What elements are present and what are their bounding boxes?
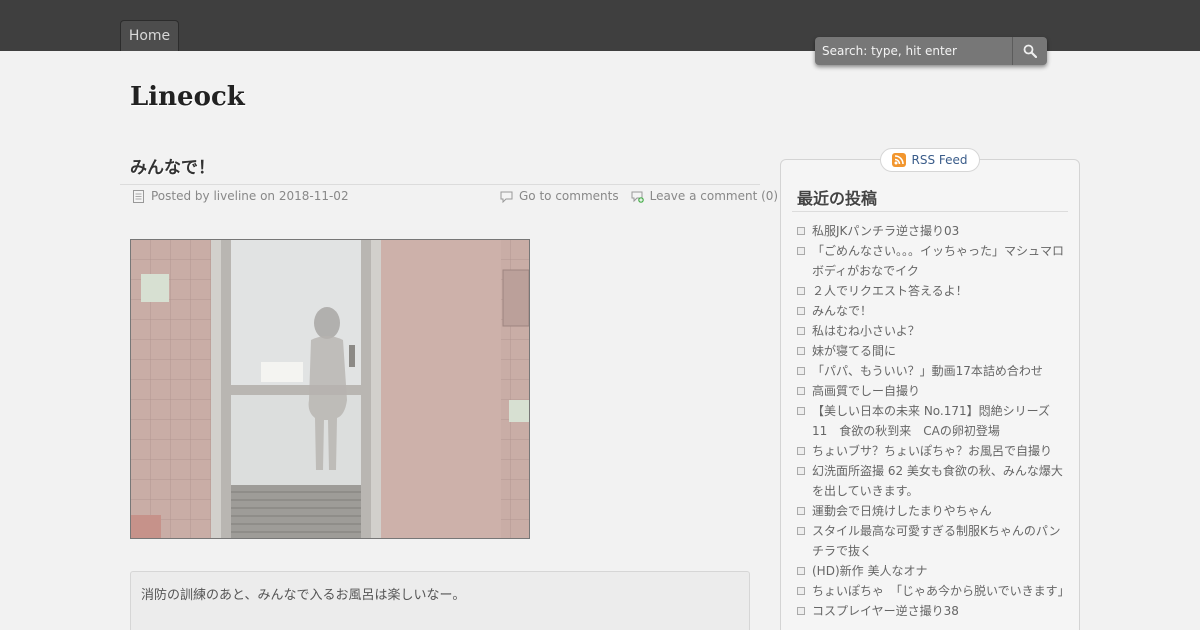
recent-post-item[interactable]: ちょいぽちゃ 「じゃあ今から脱いでいきます」 <box>797 581 1070 601</box>
recent-post-title: 「パパ、もういい？」動画17本詰め合わせ <box>812 364 1043 378</box>
leave-comment-link[interactable]: Leave a comment (0) <box>650 189 779 203</box>
recent-post-item[interactable]: ちょいブサ？ちょいぽちゃ？お風呂で自撮り <box>797 441 1065 461</box>
recent-post-title: スタイル最高な可愛すぎる制服Kちゃんのパンチラで抜く <box>812 524 1061 558</box>
widget-title-divider <box>792 211 1068 212</box>
recent-post-title: コスプレイヤー逆さ撮り38 <box>812 604 959 618</box>
recent-post-title: 高画質でしー自撮り <box>812 384 921 398</box>
list-bullet-icon <box>797 527 805 535</box>
list-bullet-icon <box>797 447 805 455</box>
post-image[interactable] <box>130 239 530 539</box>
recent-post-item[interactable]: コスプレイヤー逆さ撮り38 <box>797 601 1065 621</box>
recent-post-title: 【美しい日本の未来 No.171】悶絶シリーズ11 食欲の秋到来 CAの卵初登場 <box>812 404 1051 438</box>
post-comment-links: Go to comments Leave a comment (0) <box>500 188 778 204</box>
recent-post-title: ちょいブサ？ちょいぽちゃ？お風呂で自撮り <box>812 444 1053 458</box>
list-bullet-icon <box>797 367 805 375</box>
recent-post-item[interactable]: 運動会で日焼けしたまりやちゃん <box>797 501 1065 521</box>
recent-post-item[interactable]: 【美しい日本の未来 No.171】悶絶シリーズ11 食欲の秋到来 CAの卵初登場 <box>797 401 1065 441</box>
recent-post-item[interactable]: (HD)新作 美人なオナ <box>797 561 1065 581</box>
recent-post-item[interactable]: 私はむね小さいよ？ <box>797 321 1065 341</box>
list-bullet-icon <box>797 467 805 475</box>
recent-post-item[interactable]: 「ごめんなさい。。。イッちゃった」マシュマロボディがおなでイク <box>797 241 1065 281</box>
recent-post-title: 妹が寝てる間に <box>812 344 897 358</box>
recent-post-item[interactable]: 「パパ、もういい？」動画17本詰め合わせ <box>797 361 1065 381</box>
recent-post-item[interactable]: 高画質でしー自撮り <box>797 381 1065 401</box>
recent-post-title: ２人でリクエスト答えるよ！ <box>812 284 968 298</box>
list-bullet-icon <box>797 347 805 355</box>
recent-post-item[interactable]: みんなで！ <box>797 301 1065 321</box>
recent-post-title: 幻洗面所盗撮 62 美女も食欲の秋、みんな爆大を出していきます。 <box>812 464 1063 498</box>
search-icon <box>1023 44 1037 58</box>
list-bullet-icon <box>797 587 805 595</box>
recent-post-item[interactable]: 幻洗面所盗撮 62 美女も食欲の秋、みんな爆大を出していきます。 <box>797 461 1065 501</box>
posted-by-text: Posted by liveline on 2018-11-02 <box>151 189 349 203</box>
nav-home-tab[interactable]: Home <box>120 20 179 51</box>
recent-post-title: ちょいぽちゃ 「じゃあ今から脱いでいきます」 <box>812 584 1070 598</box>
post-meta: Posted by liveline on 2018-11-02 <box>132 188 349 204</box>
bathroom-photo <box>131 240 529 538</box>
add-comment-icon <box>631 191 644 203</box>
list-bullet-icon <box>797 247 805 255</box>
recent-post-title: 運動会で日焼けしたまりやちゃん <box>812 504 992 518</box>
list-bullet-icon <box>797 307 805 315</box>
site-title[interactable]: Lineock <box>130 82 245 112</box>
rss-icon <box>892 153 907 167</box>
recent-post-title: (HD)新作 美人なオナ <box>812 564 928 578</box>
list-bullet-icon <box>797 227 805 235</box>
list-bullet-icon <box>797 327 805 335</box>
post-title-divider <box>120 184 760 185</box>
recent-posts-list: 私服JKパンチラ逆さ撮り03 「ごめんなさい。。。イッちゃった」マシュマロボディが… <box>797 221 1070 621</box>
recent-post-title: 私服JKパンチラ逆さ撮り03 <box>812 224 960 238</box>
post-title[interactable]: みんなで！ <box>130 153 215 178</box>
recent-posts-title: 最近の投稿 <box>797 189 878 208</box>
document-icon <box>133 189 144 203</box>
rss-feed-link[interactable]: RSS Feed <box>880 148 980 172</box>
recent-post-item[interactable]: ２人でリクエスト答えるよ！ <box>797 281 1065 301</box>
search-button[interactable] <box>1013 37 1047 65</box>
go-to-comments-link[interactable]: Go to comments <box>519 189 619 203</box>
list-bullet-icon <box>797 387 805 395</box>
recent-post-title: 私はむね小さいよ？ <box>812 324 920 338</box>
excerpt-text: 消防の訓練のあと、みんなで入るお風呂は楽しいなー。 <box>141 588 466 603</box>
recent-post-title: みんなで！ <box>812 304 873 318</box>
rss-feed-label: RSS Feed <box>911 153 968 167</box>
list-bullet-icon <box>797 507 805 515</box>
search-input[interactable] <box>815 37 1013 65</box>
comment-icon <box>500 191 513 203</box>
recent-post-item[interactable]: 私服JKパンチラ逆さ撮り03 <box>797 221 1065 241</box>
list-bullet-icon <box>797 607 805 615</box>
recent-post-title: 「ごめんなさい。。。イッちゃった」マシュマロボディがおなでイク <box>812 244 1065 278</box>
list-bullet-icon <box>797 407 805 415</box>
list-bullet-icon <box>797 567 805 575</box>
recent-post-item[interactable]: スタイル最高な可愛すぎる制服Kちゃんのパンチラで抜く <box>797 521 1065 561</box>
search-box <box>815 37 1047 65</box>
recent-post-item[interactable]: 妹が寝てる間に <box>797 341 1065 361</box>
list-bullet-icon <box>797 287 805 295</box>
post-excerpt: 消防の訓練のあと、みんなで入るお風呂は楽しいなー。 <box>130 571 750 630</box>
